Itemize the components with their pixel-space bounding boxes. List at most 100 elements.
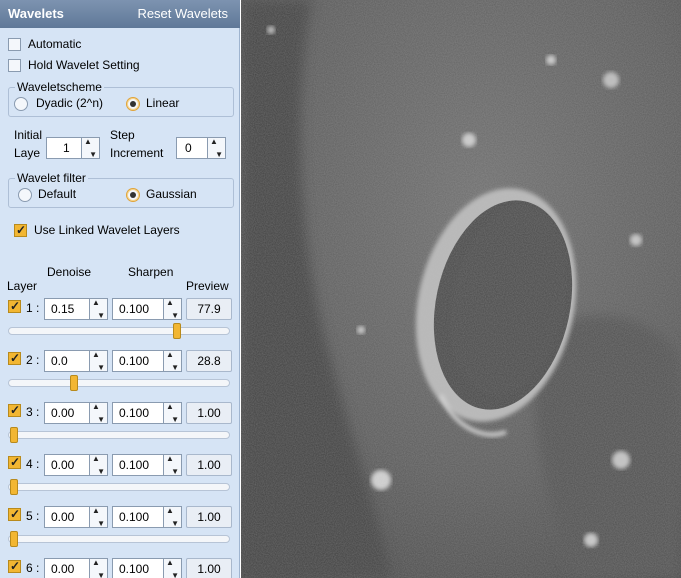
denoise-value: 0.15 (51, 302, 75, 316)
initial-layer-spinner[interactable]: 1 (46, 137, 100, 159)
spin-arrows-icon[interactable] (89, 558, 107, 578)
initial-layer-value: 1 (63, 141, 70, 155)
spin-arrows-icon[interactable] (89, 402, 107, 424)
automatic-label: Automatic (28, 37, 82, 51)
sharpen-spinner[interactable]: 0.100 (112, 558, 182, 578)
linked-layers-checkbox[interactable] (14, 223, 27, 237)
layer-slider-track[interactable] (8, 379, 230, 387)
wavelet-filter-legend: Wavelet filter (15, 171, 88, 185)
spin-arrows-icon[interactable] (163, 454, 181, 476)
layer-slider-track[interactable] (8, 327, 230, 335)
sharpen-spinner[interactable]: 0.100 (112, 298, 182, 320)
layer-enable-checkbox[interactable] (8, 299, 21, 313)
layer-enable-checkbox[interactable] (8, 507, 21, 521)
layer-slider-thumb[interactable] (10, 427, 18, 443)
denoise-spinner[interactable]: 0.0 (44, 350, 108, 372)
layer-slider-thumb[interactable] (70, 375, 78, 391)
layer-number-label: 3 : (26, 405, 40, 419)
denoise-value: 0.00 (51, 406, 75, 420)
spin-arrows-icon[interactable] (89, 454, 107, 476)
layer-slider-track[interactable] (8, 431, 230, 439)
denoise-spinner[interactable]: 0.15 (44, 298, 108, 320)
preview-value[interactable]: 1.00 (186, 402, 232, 424)
layer-enable-checkbox[interactable] (8, 403, 21, 417)
sharpen-spinner[interactable]: 0.100 (112, 350, 182, 372)
layer-number-label: 2 : (26, 353, 40, 367)
preview-value[interactable]: 1.00 (186, 454, 232, 476)
denoise-header: Denoise (47, 265, 92, 279)
linear-label: Linear (146, 96, 180, 110)
moon-image (241, 0, 681, 578)
sharpen-value: 0.100 (119, 458, 150, 472)
denoise-value: 0.0 (51, 354, 68, 368)
linked-layers-label: Use Linked Wavelet Layers (34, 223, 180, 237)
sharpen-value: 0.100 (119, 302, 150, 316)
gaussian-filter-label: Gaussian (146, 187, 197, 201)
spin-arrows-icon[interactable] (89, 298, 107, 320)
preview-value[interactable]: 77.9 (186, 298, 232, 320)
layer-slider-track[interactable] (8, 535, 230, 543)
sharpen-value: 0.100 (119, 510, 150, 524)
gaussian-filter-radio[interactable] (126, 188, 140, 202)
waveletscheme-legend: Waveletscheme (15, 80, 104, 94)
moon-crater-photo (241, 0, 681, 578)
layer-slider-track[interactable] (8, 483, 230, 491)
denoise-spinner[interactable]: 0.00 (44, 402, 108, 424)
denoise-value: 0.00 (51, 458, 75, 472)
default-filter-radio[interactable] (18, 188, 32, 202)
denoise-value: 0.00 (51, 510, 75, 524)
step-label-2: Increment (110, 146, 164, 160)
layer-number-label: 6 : (26, 561, 40, 575)
dyadic-radio[interactable] (14, 97, 28, 111)
reset-wavelets-button[interactable]: Reset Wavelets (137, 6, 228, 21)
preview-value[interactable]: 28.8 (186, 350, 232, 372)
layer-enable-checkbox[interactable] (8, 351, 21, 365)
initial-label-2: Laye (14, 146, 41, 160)
spin-arrows-icon[interactable] (207, 137, 225, 159)
default-filter-label: Default (38, 187, 77, 201)
layer-slider-thumb[interactable] (10, 479, 18, 495)
spin-arrows-icon[interactable] (89, 350, 107, 372)
wavelets-panel: Wavelets Reset Wavelets Automatic Hold W… (0, 0, 240, 578)
spin-arrows-icon[interactable] (163, 402, 181, 424)
preview-value[interactable]: 1.00 (186, 506, 232, 528)
hold-wavelet-checkbox[interactable] (8, 59, 21, 72)
initial-label: Initial (14, 128, 43, 142)
layer-enable-checkbox[interactable] (8, 559, 21, 573)
denoise-spinner[interactable]: 0.00 (44, 454, 108, 476)
automatic-checkbox[interactable] (8, 38, 21, 51)
dyadic-label: Dyadic (2^n) (36, 96, 103, 110)
layer-slider-thumb[interactable] (173, 323, 181, 339)
denoise-value: 0.00 (51, 562, 75, 576)
step-increment-value: 0 (185, 141, 192, 155)
layer-number-label: 4 : (26, 457, 40, 471)
linear-radio[interactable] (126, 97, 140, 111)
step-increment-spinner[interactable]: 0 (176, 137, 226, 159)
denoise-spinner[interactable]: 0.00 (44, 558, 108, 578)
step-label: Step (110, 128, 135, 142)
layer-number-label: 5 : (26, 509, 40, 523)
spin-arrows-icon[interactable] (163, 298, 181, 320)
sharpen-value: 0.100 (119, 406, 150, 420)
spin-arrows-icon[interactable] (89, 506, 107, 528)
sharpen-spinner[interactable]: 0.100 (112, 506, 182, 528)
preview-value[interactable]: 1.00 (186, 558, 232, 578)
spin-arrows-icon[interactable] (163, 350, 181, 372)
hold-wavelet-label: Hold Wavelet Setting (28, 58, 140, 72)
preview-header: Preview (186, 279, 229, 293)
spin-arrows-icon[interactable] (163, 558, 181, 578)
layer-header: Layer (7, 279, 38, 293)
layer-number-label: 1 : (26, 301, 40, 315)
denoise-spinner[interactable]: 0.00 (44, 506, 108, 528)
sharpen-spinner[interactable]: 0.100 (112, 454, 182, 476)
sharpen-header: Sharpen (128, 265, 174, 279)
sharpen-spinner[interactable]: 0.100 (112, 402, 182, 424)
panel-header: Wavelets Reset Wavelets (0, 0, 240, 28)
layer-slider-thumb[interactable] (10, 531, 18, 547)
spin-arrows-icon[interactable] (163, 506, 181, 528)
layer-enable-checkbox[interactable] (8, 455, 21, 469)
spin-arrows-icon[interactable] (81, 137, 99, 159)
panel-title: Wavelets (8, 6, 64, 21)
sharpen-value: 0.100 (119, 354, 150, 368)
sharpen-value: 0.100 (119, 562, 150, 576)
